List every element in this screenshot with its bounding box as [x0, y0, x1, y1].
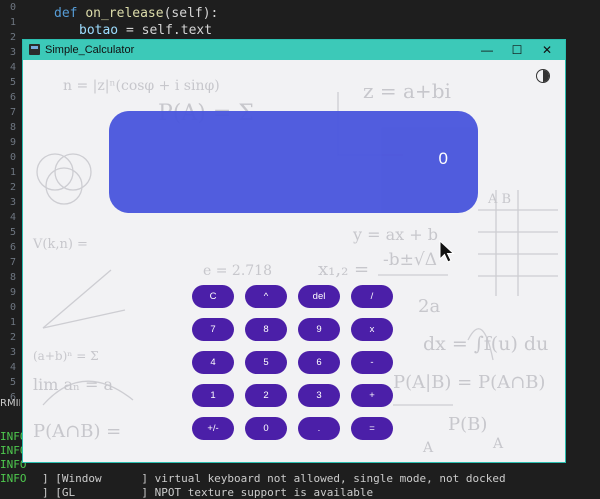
line-number: 9: [9, 287, 16, 298]
subtract-button[interactable]: -: [351, 351, 393, 374]
line-number: 2: [9, 182, 16, 193]
svg-text:(a+b)ⁿ = Σ: (a+b)ⁿ = Σ: [33, 349, 99, 363]
line-number: 0: [9, 302, 16, 313]
line-number: 4: [9, 362, 16, 373]
terminal-info-label: INFO: [0, 472, 27, 485]
decimal-point-button[interactable]: .: [298, 417, 340, 440]
line-number: 5: [9, 377, 16, 388]
clear-button[interactable]: C: [192, 285, 234, 308]
calculator-window: Simple_Calculator — ☐ ✕ z = a+bi A B -b±…: [23, 40, 565, 462]
digit-7-button[interactable]: 7: [192, 318, 234, 341]
svg-text:P(A∩B) =: P(A∩B) =: [33, 421, 121, 442]
svg-text:lim aₙ = a: lim aₙ = a: [33, 375, 114, 394]
svg-text:A: A: [492, 436, 504, 452]
digit-8-button[interactable]: 8: [245, 318, 287, 341]
line-number: 3: [9, 197, 16, 208]
close-button[interactable]: ✕: [532, 40, 562, 60]
svg-text:dx = ∫f(u) du: dx = ∫f(u) du: [423, 333, 548, 355]
code-line-assign: botao = self.text: [79, 23, 212, 38]
code-line-def: def on_release(self):: [54, 6, 218, 21]
digit-3-button[interactable]: 3: [298, 384, 340, 407]
line-number: 3: [9, 347, 16, 358]
delete-button[interactable]: del: [298, 285, 340, 308]
digit-2-button[interactable]: 2: [245, 384, 287, 407]
calculator-client-area: P(A) = Σ z = a+bi A B -b±√Δ 2a x₁,₂ = e …: [23, 60, 565, 462]
line-number: 6: [9, 242, 16, 253]
digit-1-button[interactable]: 1: [192, 384, 234, 407]
negate-button[interactable]: +/-: [192, 417, 234, 440]
code-function-name: on_release: [85, 6, 164, 21]
window-title: Simple_Calculator: [45, 44, 135, 56]
line-number: 3: [9, 47, 16, 58]
line-number: 1: [9, 17, 16, 28]
minimize-button[interactable]: —: [472, 40, 502, 60]
code-keyword: def: [54, 6, 78, 21]
power-button[interactable]: ^: [245, 285, 287, 308]
line-number: 6: [9, 92, 16, 103]
theme-toggle-icon[interactable]: [536, 69, 550, 83]
svg-text:e = 2.718: e = 2.718: [203, 263, 272, 279]
maximize-button[interactable]: ☐: [502, 40, 532, 60]
svg-text:A B: A B: [487, 192, 511, 207]
line-number: 7: [9, 257, 16, 268]
line-number: 0: [9, 152, 16, 163]
line-number: 4: [9, 62, 16, 73]
line-number: 8: [9, 122, 16, 133]
line-number: 9: [9, 137, 16, 148]
digit-6-button[interactable]: 6: [298, 351, 340, 374]
line-number: 1: [9, 317, 16, 328]
terminal-line: ] [Window ] virtual keyboard not allowed…: [42, 472, 506, 485]
multiply-button[interactable]: x: [351, 318, 393, 341]
code-assign-rest: = self.text: [118, 23, 213, 38]
svg-text:V(k,n) =: V(k,n) =: [32, 237, 88, 252]
digit-0-button[interactable]: 0: [245, 417, 287, 440]
arrow-cursor-icon: [439, 240, 455, 263]
svg-text:y = ax + b: y = ax + b: [352, 225, 438, 244]
svg-text:n = |z|ⁿ(cosφ + i sinφ): n = |z|ⁿ(cosφ + i sinφ): [63, 78, 220, 94]
svg-text:x₁,₂ =: x₁,₂ =: [318, 259, 369, 280]
line-number: 1: [9, 167, 16, 178]
calculator-display: 0: [109, 111, 478, 213]
code-variable: botao: [79, 23, 119, 38]
line-number: 8: [9, 272, 16, 283]
add-button[interactable]: +: [351, 384, 393, 407]
line-number: 2: [9, 332, 16, 343]
terminal-tab[interactable]: RMIN: [0, 395, 20, 413]
svg-text:z = a+bi: z = a+bi: [363, 79, 451, 103]
line-number: 4: [9, 212, 16, 223]
line-number: 2: [9, 32, 16, 43]
equals-button[interactable]: =: [351, 417, 393, 440]
svg-text:P(A|B) = P(A∩B): P(A|B) = P(A∩B): [393, 372, 545, 393]
digit-5-button[interactable]: 5: [245, 351, 287, 374]
line-number: 5: [9, 227, 16, 238]
svg-text:2a: 2a: [418, 296, 440, 317]
divide-button[interactable]: /: [351, 285, 393, 308]
line-number: 0: [9, 2, 16, 13]
digit-9-button[interactable]: 9: [298, 318, 340, 341]
svg-text:-b±√Δ: -b±√Δ: [383, 250, 437, 270]
line-number: 7: [9, 107, 16, 118]
code-function-args: (self):: [163, 6, 219, 21]
editor-line-numbers: 012345678901234567890123456: [0, 0, 20, 403]
display-value: 0: [438, 149, 448, 168]
svg-text:A: A: [422, 440, 434, 456]
line-number: 5: [9, 77, 16, 88]
app-icon: [29, 44, 40, 55]
window-titlebar[interactable]: Simple_Calculator — ☐ ✕: [23, 40, 565, 60]
digit-4-button[interactable]: 4: [192, 351, 234, 374]
svg-text:P(B): P(B): [448, 414, 487, 435]
